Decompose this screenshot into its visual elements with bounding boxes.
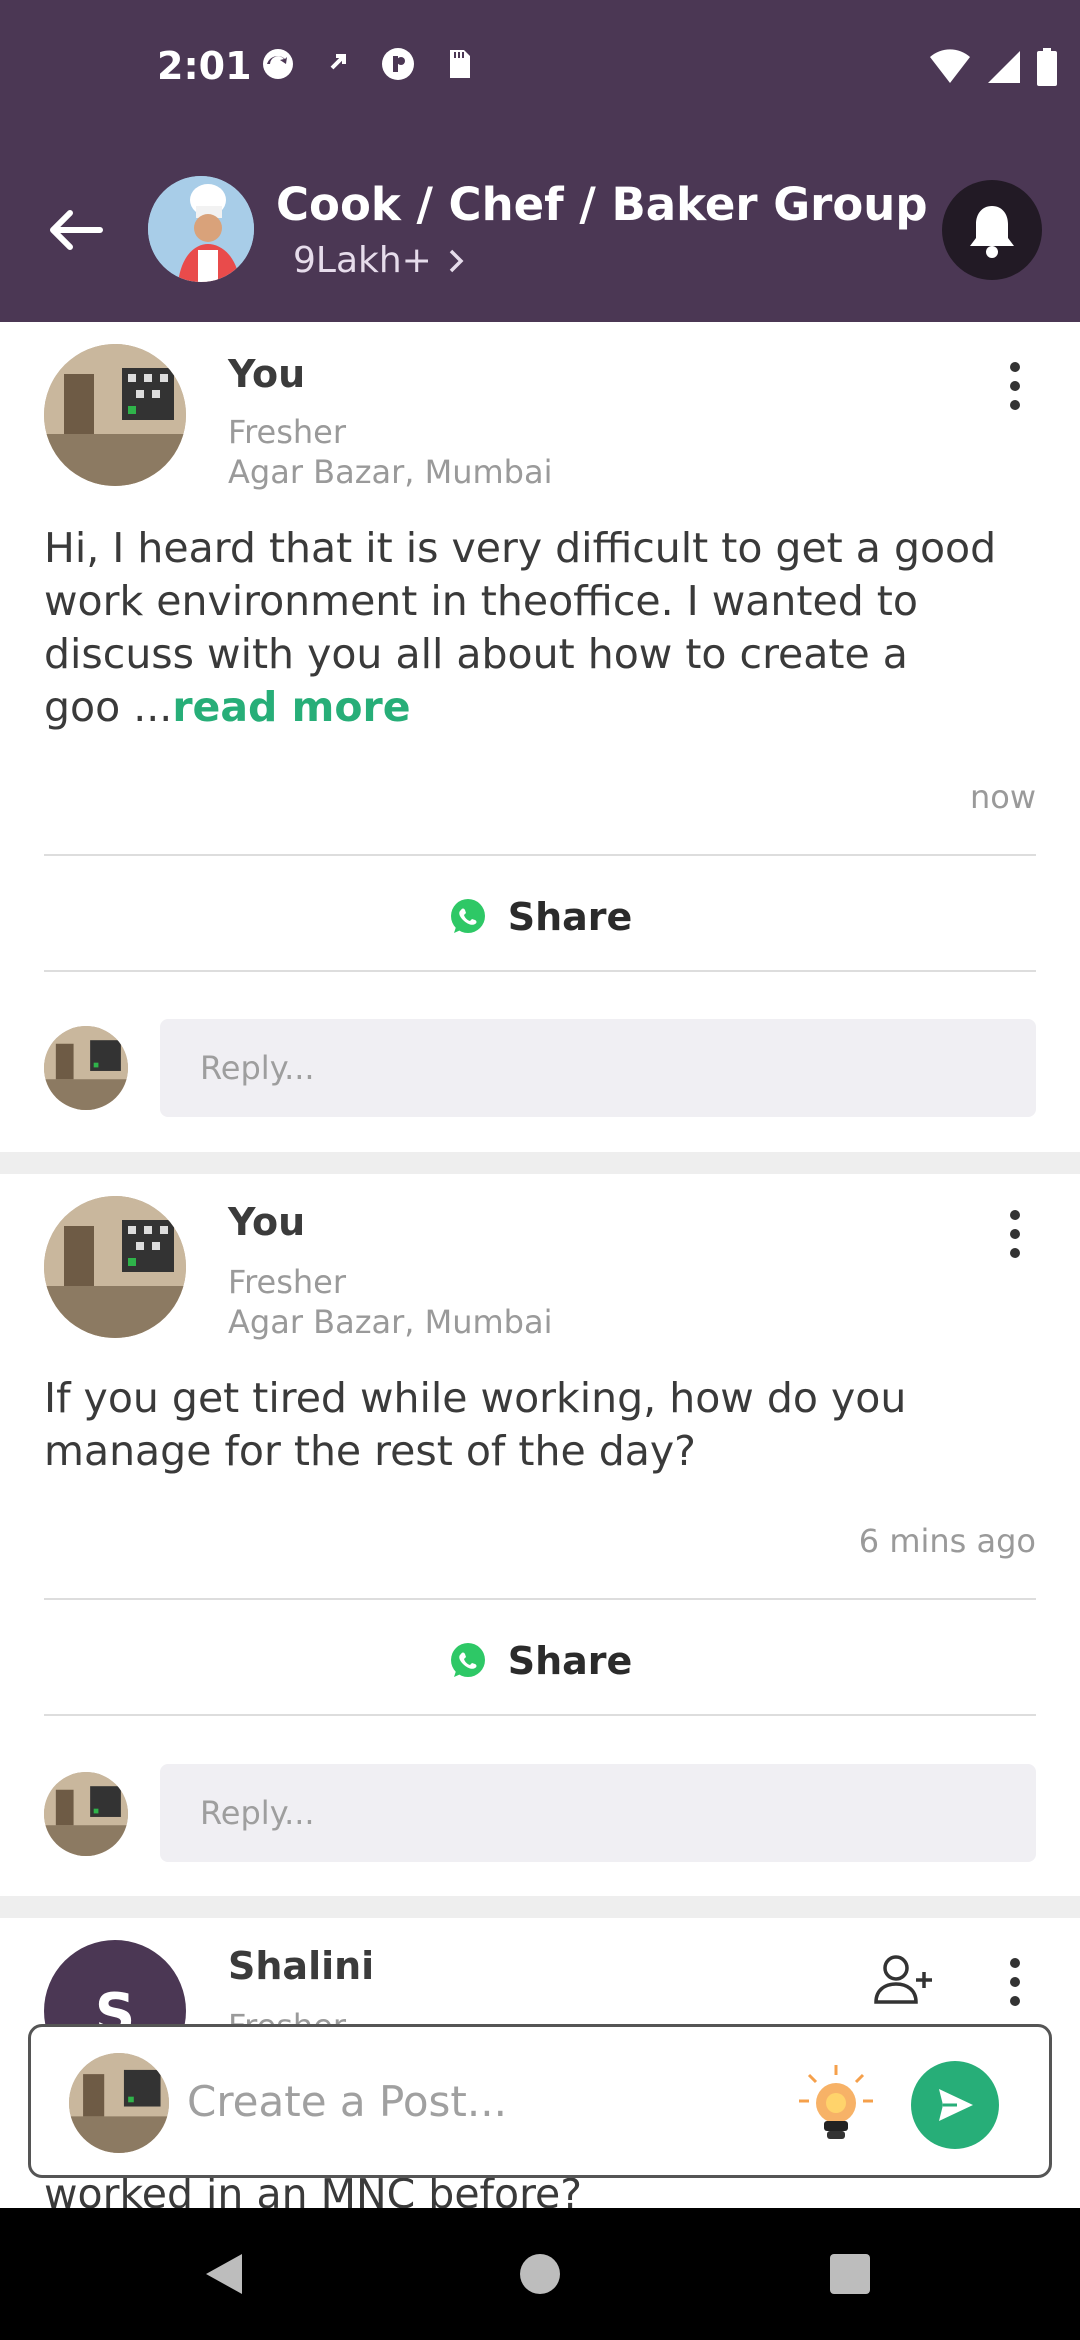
post-author[interactable]: You: [228, 352, 305, 396]
reply-input[interactable]: Reply...: [160, 1764, 1036, 1862]
app-header: 2:01 Cook / Chef / Baker Group 9Lakh+: [0, 0, 1080, 322]
post-body-line: work environment in theoffice. I wanted …: [44, 577, 918, 625]
more-options-icon[interactable]: [1000, 1952, 1030, 2012]
post-author[interactable]: Shalini: [228, 1944, 374, 1988]
post-body: If you get tired while working, how do y…: [44, 1372, 1044, 1478]
member-count-link[interactable]: 9Lakh+: [293, 240, 466, 281]
create-post-avatar: [69, 2053, 169, 2153]
avatar-image: [44, 1026, 128, 1110]
post-body-line: Hi, I heard that it is very difficult to…: [44, 524, 997, 572]
divider: [44, 1598, 1036, 1600]
reply-avatar: [44, 1026, 128, 1110]
post-body-line: If you get tired while working, how do y…: [44, 1374, 907, 1422]
avatar[interactable]: [44, 1196, 186, 1338]
group-title[interactable]: Cook / Chef / Baker Group: [276, 178, 928, 231]
divider: [44, 1714, 1036, 1716]
avatar-image: [44, 1196, 186, 1338]
avatar[interactable]: [44, 344, 186, 486]
create-post-bar[interactable]: Create a Post...: [28, 2024, 1052, 2178]
nav-recents-icon[interactable]: [830, 2254, 870, 2294]
post-timestamp: now: [969, 778, 1036, 816]
lightbulb-icon[interactable]: [791, 2061, 881, 2151]
app-icon: [382, 48, 414, 80]
divider: [44, 854, 1036, 856]
battery-icon: [1037, 48, 1057, 86]
nav-back-icon[interactable]: [202, 2252, 246, 2296]
post-body-line: goo ...: [44, 683, 173, 731]
reply-input[interactable]: Reply...: [160, 1019, 1036, 1117]
status-icons-right: [928, 48, 1058, 86]
post-author-role: Fresher: [228, 413, 347, 451]
share-label: Share: [507, 1639, 633, 1683]
avatar-image: [69, 2053, 169, 2153]
sd-card-icon: [450, 50, 470, 78]
nav-home-icon[interactable]: [520, 2254, 560, 2294]
whatsapp-icon: [450, 899, 485, 933]
more-options-icon[interactable]: [1000, 1204, 1030, 1264]
post-body: Hi, I heard that it is very difficult to…: [44, 522, 1044, 734]
download-icon: [330, 54, 346, 70]
system-nav-bar: [0, 2208, 1080, 2340]
divider: [44, 970, 1036, 972]
post-separator: [0, 1896, 1080, 1918]
whatsapp-icon: [450, 1643, 485, 1677]
status-icons-left: [260, 46, 476, 82]
post-author[interactable]: You: [228, 1200, 305, 1244]
post-author-location: Agar Bazar, Mumbai: [228, 1303, 553, 1341]
notification-bell-button[interactable]: [942, 180, 1042, 280]
create-post-input[interactable]: Create a Post...: [187, 2077, 507, 2126]
post-card: You Fresher Agar Bazar, Mumbai Hi, I hea…: [0, 322, 1080, 1152]
share-button[interactable]: Share: [44, 1606, 1036, 1716]
post-timestamp: 6 mins ago: [858, 1522, 1036, 1560]
send-icon: [939, 2089, 973, 2121]
post-author-location: Agar Bazar, Mumbai: [228, 453, 553, 491]
share-button[interactable]: Share: [44, 862, 1036, 972]
reply-avatar: [44, 1772, 128, 1856]
avatar-image: [44, 344, 186, 486]
add-user-icon[interactable]: [872, 1952, 936, 2008]
post-card: You Fresher Agar Bazar, Mumbai If you ge…: [0, 1174, 1080, 1896]
signal-icon: [988, 51, 1020, 83]
back-arrow-icon[interactable]: [40, 195, 110, 265]
group-avatar[interactable]: [148, 176, 254, 282]
more-options-icon[interactable]: [1000, 356, 1030, 416]
member-count: 9Lakh+: [293, 240, 432, 281]
chef-image: [148, 176, 254, 282]
send-button[interactable]: [911, 2061, 999, 2149]
status-bar: 2:01: [0, 0, 1080, 140]
status-time: 2:01: [157, 44, 252, 88]
post-separator: [0, 1152, 1080, 1174]
bell-icon: [970, 206, 1014, 258]
avatar-image: [44, 1772, 128, 1856]
share-label: Share: [507, 895, 633, 939]
post-body-line: manage for the rest of the day?: [44, 1427, 696, 1475]
sync-icon: [263, 49, 293, 79]
post-author-role: Fresher: [228, 1263, 347, 1301]
wifi-icon: [930, 49, 970, 83]
post-body-line: discuss with you all about how to create…: [44, 630, 908, 678]
read-more-link[interactable]: read more: [172, 683, 410, 731]
chevron-right-icon: [449, 249, 464, 272]
